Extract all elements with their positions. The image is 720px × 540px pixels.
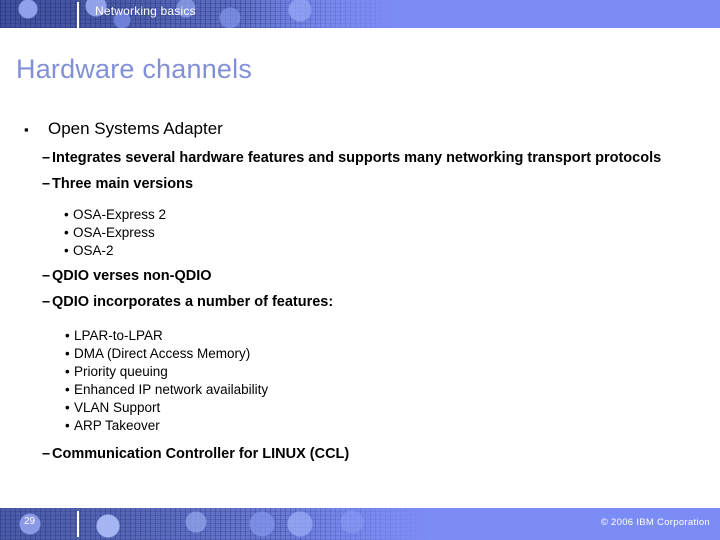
- square-bullet-icon: ▪: [24, 122, 29, 137]
- bullet-text: LPAR-to-LPAR: [74, 328, 163, 343]
- bullet-item-level3: • OSA-2: [0, 242, 720, 260]
- dot-bullet-icon: •: [64, 243, 69, 258]
- slide-body-content: ▪ Open Systems Adapter – Integrates seve…: [0, 118, 720, 470]
- bullet-item-level2: – Integrates several hardware features a…: [0, 148, 720, 168]
- dash-bullet-icon: –: [42, 294, 51, 310]
- bullet-item-level3: • ARP Takeover: [0, 417, 720, 435]
- dot-bullet-icon: •: [64, 207, 69, 222]
- bullet-text: QDIO verses non-QDIO: [52, 268, 212, 284]
- dash-bullet-icon: –: [42, 176, 51, 192]
- bullet-item-level3: • Priority queuing: [0, 363, 720, 381]
- bullet-item-level2: – Three main versions: [0, 174, 720, 194]
- bullet-text: Three main versions: [52, 176, 194, 192]
- bullet-item-level3: • Enhanced IP network availability: [0, 381, 720, 399]
- bullet-text: OSA-2: [73, 243, 114, 258]
- footer-decorative-pattern: [0, 508, 430, 540]
- dash-bullet-icon: –: [42, 446, 51, 462]
- bullet-item-level3: • OSA-Express 2: [0, 206, 720, 224]
- header-decorative-pattern: [0, 0, 400, 28]
- page-number: 29: [24, 516, 36, 527]
- header-title: Networking basics: [95, 4, 196, 18]
- bullet-text: VLAN Support: [74, 400, 161, 415]
- dot-bullet-icon: •: [65, 346, 70, 361]
- bullet-text: OSA-Express 2: [73, 207, 167, 222]
- bullet-item-level2: – QDIO verses non-QDIO: [0, 266, 720, 286]
- dash-bullet-icon: –: [42, 150, 51, 166]
- bullet-item-level3: • LPAR-to-LPAR: [0, 327, 720, 345]
- bullet-text: Communication Controller for LINUX (CCL): [52, 446, 350, 462]
- slide-header-bar: Networking basics: [0, 0, 720, 28]
- dot-bullet-icon: •: [65, 364, 70, 379]
- bullet-text: ARP Takeover: [74, 418, 160, 433]
- copyright-notice: © 2006 IBM Corporation: [600, 517, 710, 528]
- bullet-item-level3: • VLAN Support: [0, 399, 720, 417]
- bullet-item-level1: ▪ Open Systems Adapter: [0, 118, 720, 140]
- bullet-text: Integrates several hardware features and…: [52, 150, 662, 166]
- bullet-text: Open Systems Adapter: [48, 119, 223, 138]
- dot-bullet-icon: •: [65, 382, 70, 397]
- bullet-text: Priority queuing: [74, 364, 168, 379]
- header-divider: [77, 2, 79, 28]
- footer-divider: [77, 511, 79, 537]
- dot-bullet-icon: •: [65, 418, 70, 433]
- bullet-item-level2: – Communication Controller for LINUX (CC…: [0, 444, 720, 464]
- slide-footer-bar: 29 © 2006 IBM Corporation: [0, 508, 720, 540]
- dot-bullet-icon: •: [65, 328, 70, 343]
- bullet-item-level2: – QDIO incorporates a number of features…: [0, 292, 720, 312]
- dot-bullet-icon: •: [65, 400, 70, 415]
- dot-bullet-icon: •: [64, 225, 69, 240]
- bullet-item-level3: • DMA (Direct Access Memory): [0, 345, 720, 363]
- bullet-text: Enhanced IP network availability: [74, 382, 269, 397]
- bullet-text: OSA-Express: [73, 225, 155, 240]
- bullet-text: QDIO incorporates a number of features:: [52, 294, 334, 310]
- dash-bullet-icon: –: [42, 268, 51, 284]
- page-title: Hardware channels: [16, 54, 253, 84]
- bullet-text: DMA (Direct Access Memory): [74, 346, 251, 361]
- bullet-item-level3: • OSA-Express: [0, 224, 720, 242]
